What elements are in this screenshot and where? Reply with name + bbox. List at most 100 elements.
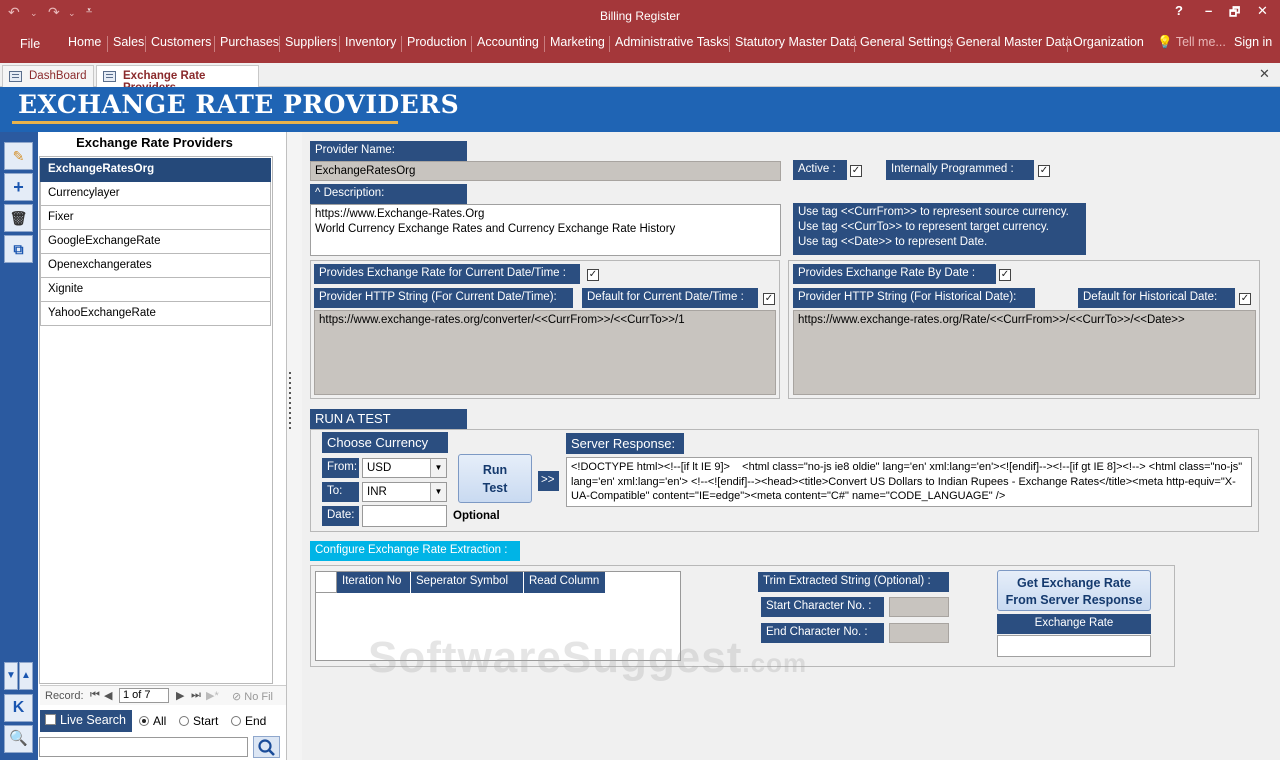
run-test-button[interactable]: Run Test (458, 454, 532, 503)
menu-customers[interactable]: Customers (151, 35, 211, 49)
bydate-checkbox[interactable]: ✓ (999, 269, 1011, 281)
radio-icon (139, 716, 149, 726)
menu-inventory[interactable]: Inventory (345, 35, 396, 49)
tab-label: DashBoard (29, 70, 87, 82)
get-exchange-rate-button[interactable]: Get Exchange Rate From Server Response (997, 570, 1151, 611)
menu-suppliers[interactable]: Suppliers (285, 35, 337, 49)
list-item[interactable]: YahooExchangeRate (40, 302, 271, 326)
help-button[interactable]: ? (1175, 3, 1183, 18)
last-record-button[interactable]: ⏭ (191, 689, 201, 702)
scroll-down-icon[interactable]: ▼ (4, 662, 18, 690)
menu-production[interactable]: Production (407, 35, 467, 49)
title-underline (12, 121, 398, 124)
watermark-suffix: .com (742, 648, 808, 678)
search-option-end[interactable]: End (231, 714, 266, 728)
description-field[interactable]: https://www.Exchange-Rates.Org World Cur… (310, 204, 781, 256)
chevron-down-icon: ▼ (430, 483, 446, 501)
list-item[interactable]: Xignite (40, 278, 271, 302)
column-header[interactable]: Seperator Symbol (411, 572, 523, 593)
search-input[interactable] (39, 737, 248, 757)
prev-record-button[interactable]: ◀ (104, 689, 112, 702)
menu-administrative-tasks[interactable]: Administrative Tasks (615, 35, 729, 49)
live-search-checkbox[interactable] (45, 714, 56, 725)
hist-http-field[interactable]: https://www.exchange-rates.org/Rate/<<Cu… (793, 310, 1256, 395)
lightbulb-icon: 💡 (1157, 35, 1173, 49)
tell-me-search[interactable]: 💡 Tell me... (1157, 35, 1226, 50)
no-filter-icon: ⊘ (232, 691, 242, 703)
search-button[interactable] (253, 736, 280, 758)
list-item[interactable]: GoogleExchangeRate (40, 230, 271, 254)
search-option-all[interactable]: All (139, 714, 166, 728)
filter-status[interactable]: ⊘ No Fil (232, 690, 273, 703)
close-window-button[interactable]: ✕ (1257, 3, 1268, 19)
menu-general-master-data[interactable]: General Master Data (956, 35, 1072, 49)
menu-home[interactable]: Home (68, 35, 101, 49)
current-default-label: Default for Current Date/Time : (582, 288, 758, 308)
menu-marketing[interactable]: Marketing (550, 35, 605, 49)
internally-programmed-checkbox[interactable]: ✓ (1038, 165, 1050, 177)
end-char-field[interactable] (889, 623, 949, 643)
menu-divider (214, 36, 215, 52)
column-header[interactable]: Iteration No (337, 572, 410, 593)
server-response-field[interactable]: <!DOCTYPE html><!--[if lt IE 9]> <html c… (566, 457, 1252, 507)
menu-file[interactable]: File (20, 37, 40, 51)
new-record-button[interactable]: ▶* (206, 689, 219, 702)
active-label: Active : (793, 160, 847, 180)
menu-accounting[interactable]: Accounting (477, 35, 539, 49)
tab-dashboard[interactable]: DashBoard (2, 65, 94, 87)
current-rate-checkbox[interactable]: ✓ (587, 269, 599, 281)
tab-exchange-rate-providers[interactable]: Exchange Rate Providers (96, 65, 259, 94)
provider-name-field[interactable]: ExchangeRatesOrg (310, 161, 781, 181)
tell-me-label: Tell me... (1175, 35, 1226, 49)
hist-default-checkbox[interactable]: ✓ (1239, 293, 1251, 305)
next-record-button[interactable]: ▶ (176, 689, 184, 702)
from-currency-select[interactable]: USD ▼ (362, 458, 447, 478)
active-checkbox[interactable]: ✓ (850, 165, 862, 177)
panel-splitter[interactable] (287, 132, 302, 760)
to-label: To: (322, 482, 359, 502)
start-char-field[interactable] (889, 597, 949, 617)
list-item[interactable]: Fixer (40, 206, 271, 230)
start-char-label: Start Character No. : (761, 597, 884, 617)
menu-divider (854, 36, 855, 52)
record-position[interactable]: 1 of 7 (119, 688, 169, 703)
menu-purchases[interactable]: Purchases (220, 35, 279, 49)
add-record-icon[interactable]: + (4, 173, 33, 201)
sign-in-link[interactable]: Sign in (1234, 35, 1272, 49)
menu-divider (145, 36, 146, 52)
watermark-text: SoftwareSuggest (368, 633, 743, 682)
list-item[interactable]: Currencylayer (40, 182, 271, 206)
list-item[interactable]: Openexchangerates (40, 254, 271, 278)
copy-record-icon[interactable]: ⧉ (4, 235, 33, 263)
list-item[interactable]: ExchangeRatesOrg (40, 158, 271, 182)
menu-divider (544, 36, 545, 52)
menu-sales[interactable]: Sales (113, 35, 144, 49)
date-input[interactable] (362, 505, 447, 527)
menu-organization[interactable]: Organization (1073, 35, 1144, 49)
delete-record-icon[interactable]: 🗑 (4, 204, 33, 232)
record-toolbar: ✎ + 🗑 ⧉ ▼ ▲ K 🔍 (0, 132, 38, 760)
menu-general-settings[interactable]: General Settings (860, 35, 953, 49)
menu-divider (609, 36, 610, 52)
row-selector-header[interactable] (316, 572, 337, 593)
first-record-icon[interactable]: K (4, 694, 33, 722)
zoom-search-icon[interactable]: 🔍 (4, 725, 33, 753)
first-record-button[interactable]: ⏮ (90, 689, 100, 702)
restore-button[interactable]: 🗗 (1229, 3, 1240, 24)
close-tab-icon[interactable]: ✕ (1259, 66, 1270, 82)
current-http-field[interactable]: https://www.exchange-rates.org/converter… (314, 310, 776, 395)
tag-help-note: Use tag <<CurrFrom>> to represent source… (793, 203, 1086, 255)
scroll-up-icon[interactable]: ▲ (19, 662, 33, 690)
from-currency-value: USD (367, 462, 392, 474)
exchange-rate-field[interactable] (997, 635, 1151, 657)
edit-record-icon[interactable]: ✎ (4, 142, 33, 170)
menu-divider (401, 36, 402, 52)
minimize-button[interactable]: – (1205, 3, 1212, 18)
search-option-start[interactable]: Start (179, 714, 218, 728)
column-header[interactable]: Read Column (524, 572, 605, 593)
current-default-checkbox[interactable]: ✓ (763, 293, 775, 305)
to-currency-select[interactable]: INR ▼ (362, 482, 447, 502)
menu-statutory-master-data[interactable]: Statutory Master Data (735, 35, 857, 49)
page-title: EXCHANGE RATE PROVIDERS (18, 90, 460, 119)
live-search-toggle[interactable]: Live Search (40, 710, 132, 732)
